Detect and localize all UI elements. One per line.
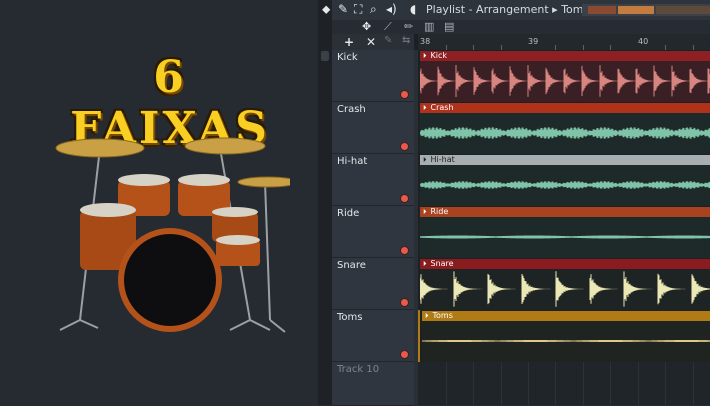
track-lane-snare[interactable]: ⏵ Snare xyxy=(418,258,710,311)
record-icon[interactable] xyxy=(400,194,409,203)
track-lane-empty[interactable] xyxy=(418,362,710,405)
track-lane-hihat[interactable]: ⏵ Hi-hat xyxy=(418,154,710,207)
track-header-kick[interactable]: Kick xyxy=(332,50,414,102)
waveform-path xyxy=(420,271,710,307)
mixer-icon[interactable]: ▥ xyxy=(424,20,434,33)
track-lane-ride[interactable]: ⏵ Ride xyxy=(418,206,710,259)
move-tool-icon[interactable]: ✥ xyxy=(362,20,371,33)
playlist-icon: ◖ xyxy=(410,2,417,16)
waveform-path xyxy=(420,127,710,139)
track-header-crash[interactable]: Crash xyxy=(332,102,414,154)
track-lane-kick[interactable]: ⏵ Kick xyxy=(418,50,710,103)
waveform xyxy=(420,113,710,154)
track-name: Snare xyxy=(337,260,366,271)
track-header-hihat[interactable]: Hi-hat xyxy=(332,154,414,206)
record-icon[interactable] xyxy=(400,350,409,359)
track-lane-crash[interactable]: ⏵ Crash xyxy=(418,102,710,155)
track-name: Crash xyxy=(337,104,366,115)
track-name: Ride xyxy=(337,208,360,219)
waveform xyxy=(422,321,710,362)
timeline-ruler[interactable]: 38 39 40 xyxy=(418,34,710,51)
ruler-bar-38: 38 xyxy=(420,37,431,46)
clip-header[interactable]: ⏵ Crash xyxy=(420,103,710,113)
overview-scrollbar[interactable] xyxy=(582,4,710,16)
speaker-icon[interactable]: ◂) xyxy=(386,2,397,16)
track-name: Hi-hat xyxy=(337,156,368,167)
playlist-toolbar: ✥ ⟋ ✏ ▥ ▤ xyxy=(332,20,710,34)
clip-header[interactable]: ⏵ Snare xyxy=(420,259,710,269)
playlist-title: Playlist - Arrangement ▸ Toms ▸ xyxy=(426,3,598,16)
waveform xyxy=(420,165,710,206)
piano-icon[interactable]: ▤ xyxy=(444,20,454,33)
record-icon[interactable] xyxy=(400,90,409,99)
divider-handle[interactable] xyxy=(321,51,329,61)
slice-tool-icon[interactable]: ⟋ xyxy=(384,20,392,34)
link-icon[interactable]: ⇆ xyxy=(402,35,410,46)
drum-kit-image xyxy=(55,137,290,333)
track-lane-toms[interactable]: ⏵ Toms xyxy=(418,310,710,363)
waveform xyxy=(420,269,710,310)
ruler-bar-40: 40 xyxy=(638,37,649,46)
pencil-icon[interactable]: ✏ xyxy=(404,20,413,33)
record-icon[interactable] xyxy=(400,246,409,255)
clip-header[interactable]: ⏵ Ride xyxy=(420,207,710,217)
delete-track-icon[interactable]: ✕ xyxy=(366,35,376,49)
track-header-toms[interactable]: Toms xyxy=(332,310,414,362)
track-header-snare[interactable]: Snare xyxy=(332,258,414,310)
waveform-path xyxy=(420,235,710,239)
edit-icon[interactable]: ✎ xyxy=(384,35,392,46)
clip-header[interactable]: ⏵ Toms xyxy=(422,311,710,321)
record-icon[interactable] xyxy=(400,142,409,151)
panel-divider[interactable] xyxy=(318,0,332,405)
waveform-path xyxy=(422,340,710,342)
clip-header[interactable]: ⏵ Kick xyxy=(420,51,710,61)
snap-icon[interactable]: ⬥ xyxy=(322,2,330,17)
zoom-icon[interactable]: ⌕ xyxy=(370,2,377,17)
track-header-toolbar: + ✕ ✎ ⇆ xyxy=(332,34,414,50)
waveform-path xyxy=(420,181,710,189)
draw-tool-icon[interactable]: ✎ xyxy=(338,2,348,16)
waveform-path xyxy=(420,65,710,97)
playlist-window: ⬥ ✎ ⛶ ⌕ ◂) ◖ Playlist - Arrangement ▸ To… xyxy=(322,0,710,406)
add-track-icon[interactable]: + xyxy=(344,35,354,49)
clip-header[interactable]: ⏵ Hi-hat xyxy=(420,155,710,165)
ruler-bar-39: 39 xyxy=(528,37,539,46)
playlist-titlebar: ⬥ ✎ ⛶ ⌕ ◂) ◖ Playlist - Arrangement ▸ To… xyxy=(322,0,710,20)
promo-panel: 6 FAIXAS xyxy=(0,0,318,405)
track-name: Toms xyxy=(337,312,363,323)
track-name: Kick xyxy=(337,52,358,63)
track-name: Track 10 xyxy=(337,364,380,375)
waveform xyxy=(420,61,710,102)
waveform xyxy=(420,217,710,258)
track-header-ride[interactable]: Ride xyxy=(332,206,414,258)
record-icon[interactable] xyxy=(400,298,409,307)
select-tool-icon[interactable]: ⛶ xyxy=(354,2,362,17)
track-header-empty[interactable]: Track 10 xyxy=(332,362,414,406)
